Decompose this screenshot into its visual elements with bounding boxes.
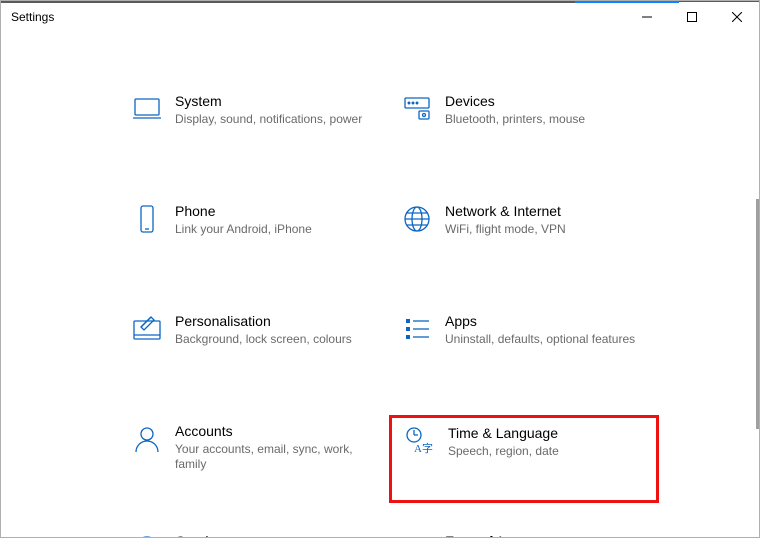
tile-subtitle: Uninstall, defaults, optional features [445,332,641,347]
tile-network[interactable]: Network & Internet WiFi, flight mode, VP… [389,193,659,283]
system-icon [119,89,175,167]
tile-title: Gaming [175,532,371,537]
content-area: System Display, sound, notifications, po… [1,33,759,537]
tile-title: Network & Internet [445,202,641,220]
tile-subtitle: Background, lock screen, colours [175,332,371,347]
tile-ease-of-access[interactable]: Ease of Access [389,523,659,537]
tile-accounts[interactable]: Accounts Your accounts, email, sync, wor… [119,413,389,503]
settings-grid: System Display, sound, notifications, po… [1,33,759,537]
tile-title: Phone [175,202,371,220]
title-bar: Settings [1,1,759,31]
tile-personalisation[interactable]: Personalisation Background, lock screen,… [119,303,389,393]
tile-title: Time & Language [448,424,641,442]
phone-icon [119,199,175,277]
apps-icon [389,309,445,387]
tile-title: System [175,92,371,110]
tile-title: Personalisation [175,312,371,330]
tile-time-language[interactable]: A 字 Time & Language Speech, region, date [389,415,659,503]
tile-subtitle: Bluetooth, printers, mouse [445,112,641,127]
gaming-icon [119,529,175,537]
tile-subtitle: Speech, region, date [448,444,641,459]
tile-subtitle: Your accounts, email, sync, work, family [175,442,371,472]
tile-system[interactable]: System Display, sound, notifications, po… [119,83,389,173]
maximize-icon [687,12,697,22]
tile-title: Accounts [175,422,371,440]
time-language-icon: A 字 [392,421,448,497]
close-button[interactable] [714,2,759,32]
network-icon [389,199,445,277]
accounts-icon [119,419,175,497]
maximize-button[interactable] [669,2,714,32]
tile-title: Ease of Access [445,532,641,537]
tile-title: Devices [445,92,641,110]
minimize-button[interactable] [624,2,669,32]
tile-apps[interactable]: Apps Uninstall, defaults, optional featu… [389,303,659,393]
window-controls [624,2,759,32]
personalisation-icon [119,309,175,387]
minimize-icon [642,12,652,22]
devices-icon [389,89,445,167]
tile-title: Apps [445,312,641,330]
svg-text:A: A [414,443,422,455]
scrollbar[interactable] [756,199,759,429]
tile-devices[interactable]: Devices Bluetooth, printers, mouse [389,83,659,173]
tile-subtitle: Link your Android, iPhone [175,222,371,237]
tile-subtitle: Display, sound, notifications, power [175,112,371,127]
tile-subtitle: WiFi, flight mode, VPN [445,222,641,237]
window-title: Settings [11,10,54,24]
ease-of-access-icon [389,529,445,537]
tile-phone[interactable]: Phone Link your Android, iPhone [119,193,389,283]
svg-text:字: 字 [422,441,433,455]
settings-window: Settings System D [0,0,760,538]
tile-gaming[interactable]: Gaming [119,523,389,537]
close-icon [732,12,742,22]
title-accent [575,1,679,3]
